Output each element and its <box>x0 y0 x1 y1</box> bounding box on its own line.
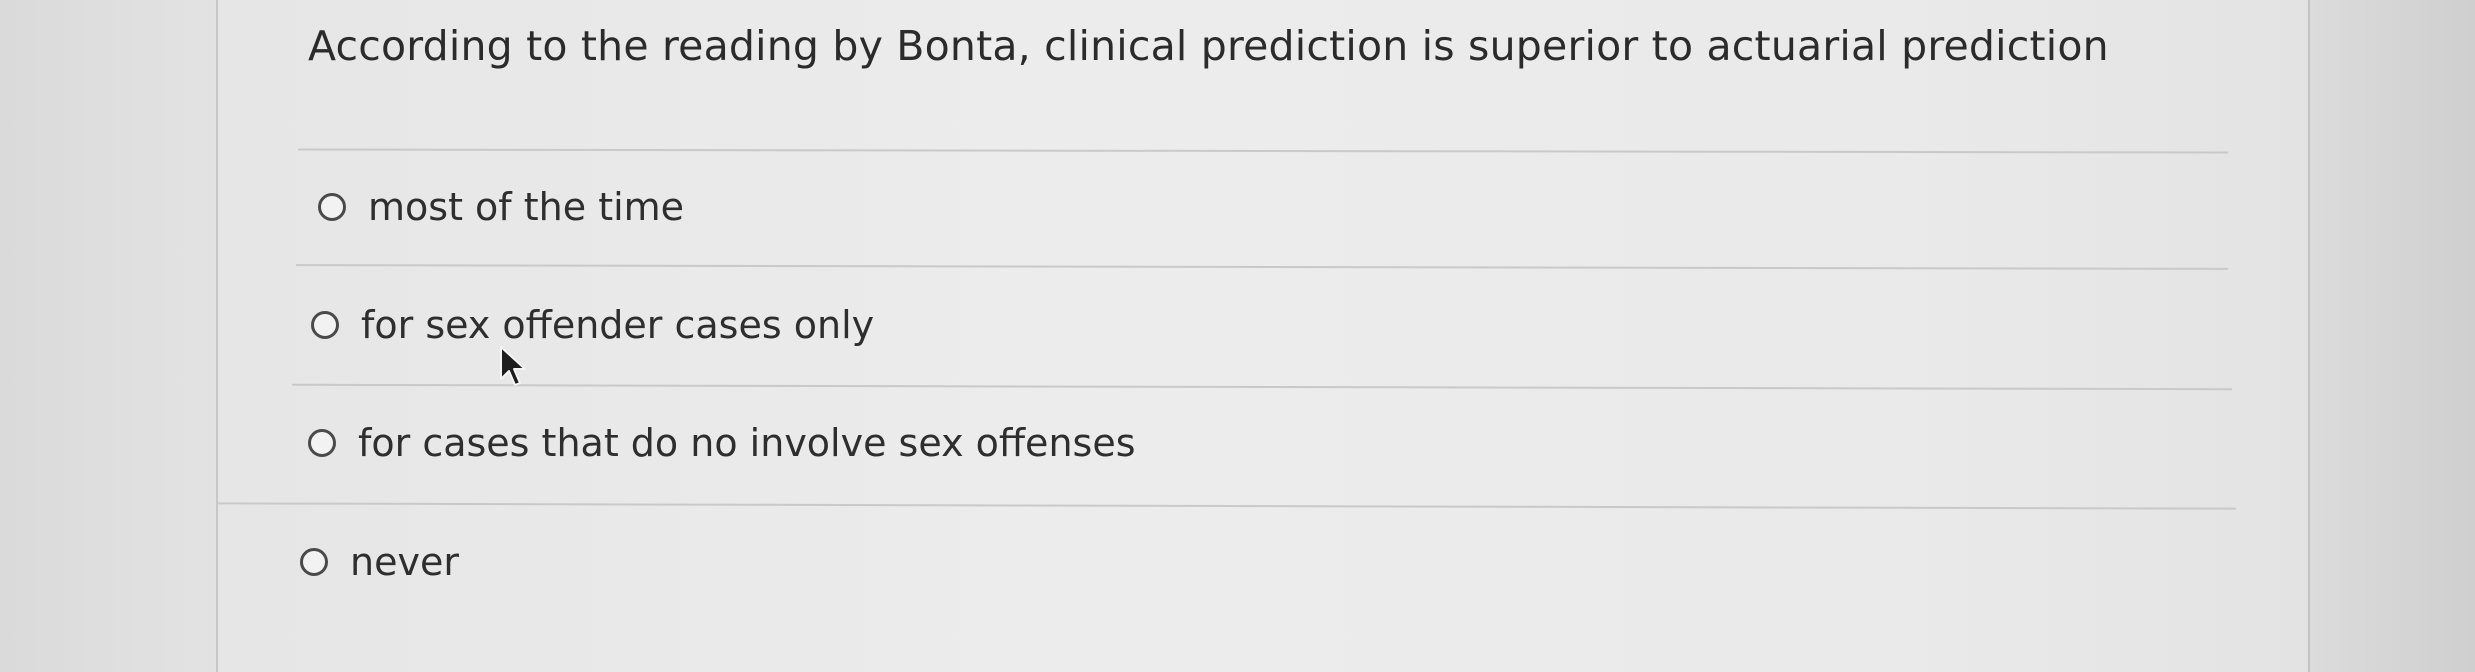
option-label: for cases that do no involve sex offense… <box>358 421 1136 465</box>
mouse-pointer-icon <box>500 346 526 386</box>
question-panel: According to the reading by Bonta, clini… <box>216 0 2310 672</box>
divider <box>297 148 2229 154</box>
radio-button[interactable] <box>318 193 346 221</box>
divider <box>216 502 2236 510</box>
option-label: most of the time <box>368 185 685 229</box>
radio-button[interactable] <box>308 429 336 457</box>
option-never[interactable]: never <box>300 540 459 584</box>
radio-button[interactable] <box>300 548 328 576</box>
option-non-sex-offense-cases[interactable]: for cases that do no involve sex offense… <box>308 421 1136 465</box>
option-most-of-the-time[interactable]: most of the time <box>318 185 684 229</box>
divider <box>292 383 2232 391</box>
screen: According to the reading by Bonta, clini… <box>0 0 2475 672</box>
divider <box>295 264 2228 270</box>
option-label: for sex offender cases only <box>361 303 875 347</box>
option-sex-offender-cases-only[interactable]: for sex offender cases only <box>311 303 874 347</box>
option-label: never <box>350 540 459 584</box>
radio-button[interactable] <box>311 311 339 339</box>
question-text: According to the reading by Bonta, clini… <box>308 22 2109 70</box>
